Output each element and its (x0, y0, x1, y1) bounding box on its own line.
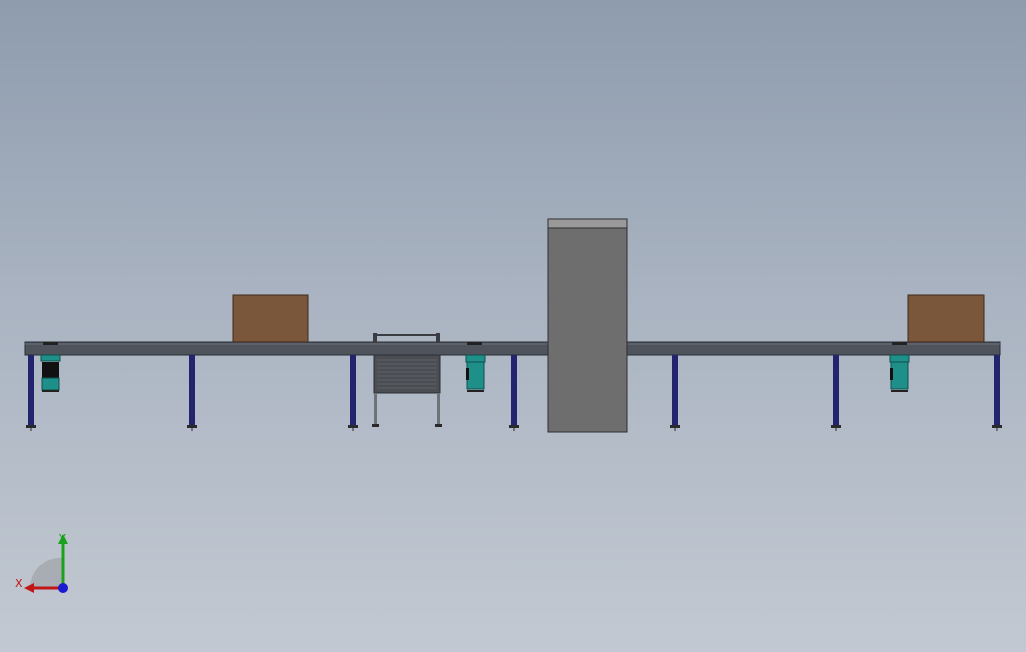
support-leg[interactable] (187, 355, 197, 431)
conveyor-assembly-drawing (24, 218, 1002, 433)
coordinate-triad: Y X (15, 532, 68, 593)
support-leg[interactable] (26, 355, 36, 431)
x-axis-label: X (15, 577, 23, 590)
carton-box-right[interactable] (907, 294, 985, 343)
support-leg[interactable] (992, 355, 1002, 431)
support-leg[interactable] (509, 355, 519, 431)
y-axis-label: Y (58, 532, 66, 545)
support-legs (26, 355, 1002, 431)
conveyor-frame[interactable] (24, 341, 1001, 356)
cad-viewport[interactable]: Y X (0, 0, 1026, 652)
z-axis-dot-icon (58, 583, 68, 593)
carton-box-left[interactable] (232, 294, 309, 343)
support-leg[interactable] (348, 355, 358, 431)
support-leg[interactable] (831, 355, 841, 431)
inspection-machine[interactable] (547, 218, 628, 433)
support-leg[interactable] (670, 355, 680, 431)
triad-plane-arc-icon (29, 557, 62, 588)
